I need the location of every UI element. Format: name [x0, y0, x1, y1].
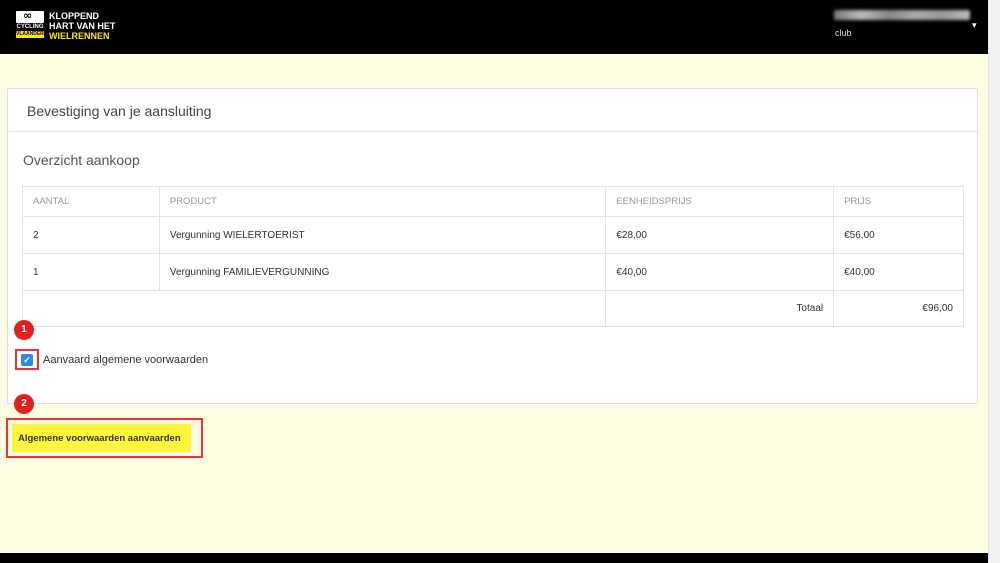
section-title: Overzicht aankoop: [23, 152, 140, 168]
footer-bar: [0, 553, 988, 563]
table-row: 2 Vergunning WIELERTOERIST €28,00 €56,00: [22, 216, 964, 254]
cell-product: Vergunning FAMILIEVERGUNNING: [158, 253, 607, 291]
cycling-vlaanderen-logo[interactable]: ∞ CYCLING VLAANDEREN: [16, 9, 51, 39]
terms-checkbox-label[interactable]: Aanvaard algemene voorwaarden: [43, 354, 208, 366]
column-header-prijs: PRIJS: [833, 186, 964, 217]
cell-unit-price: €28,00: [605, 216, 835, 254]
purchase-table: AANTAL PRODUCT EENHEIDSPRIJS PRIJS 2 Ver…: [21, 186, 964, 327]
chevron-down-icon[interactable]: ▾: [972, 20, 977, 31]
column-header-eenheidsprijs: EENHEIDSPRIJS: [605, 186, 835, 217]
table-total-row: Totaal €96,00: [21, 290, 964, 327]
annotation-badge-1: 1: [14, 320, 34, 340]
top-navbar: ∞ CYCLING VLAANDEREN KLOPPEND HART VAN H…: [0, 0, 988, 54]
table-header-row: AANTAL PRODUCT EENHEIDSPRIJS PRIJS: [22, 186, 964, 217]
infinity-icon: ∞: [23, 9, 33, 22]
cell-price: €40,00: [833, 253, 964, 291]
column-header-aantal: AANTAL: [22, 186, 160, 217]
logo-text-cycling: CYCLING: [16, 24, 44, 31]
user-name-redacted[interactable]: [834, 10, 970, 20]
highlight-frame: Algemene voorwaarden aanvaarden: [6, 418, 203, 458]
cell-product: Vergunning WIELERTOERIST: [158, 216, 607, 254]
logo-text-vlaanderen: VLAANDEREN: [16, 31, 51, 38]
cell-quantity: 1: [22, 253, 160, 291]
cell-unit-price: €40,00: [605, 253, 835, 291]
user-club-label: club: [835, 28, 852, 38]
annotation-badge-2: 2: [14, 394, 34, 414]
total-label: Totaal: [605, 290, 835, 327]
terms-agreement[interactable]: ✓ Aanvaard algemene voorwaarden: [15, 349, 208, 370]
cell-quantity: 2: [22, 216, 160, 254]
total-value: €96,00: [833, 290, 964, 327]
table-row: 1 Vergunning FAMILIEVERGUNNING €40,00 €4…: [22, 253, 964, 291]
accept-terms-button[interactable]: Algemene voorwaarden aanvaarden: [12, 424, 191, 452]
terms-checkbox[interactable]: ✓: [21, 353, 33, 366]
card-title: Bevestiging van je aansluiting: [8, 89, 977, 132]
cell-price: €56,00: [833, 216, 964, 254]
column-header-product: PRODUCT: [158, 186, 607, 217]
scrollbar[interactable]: [988, 0, 1000, 563]
checkmark-icon: ✓: [23, 354, 31, 365]
highlight-frame: ✓: [15, 349, 39, 370]
brand-slogan: KLOPPEND HART VAN HET WIELRENNEN: [49, 11, 116, 41]
